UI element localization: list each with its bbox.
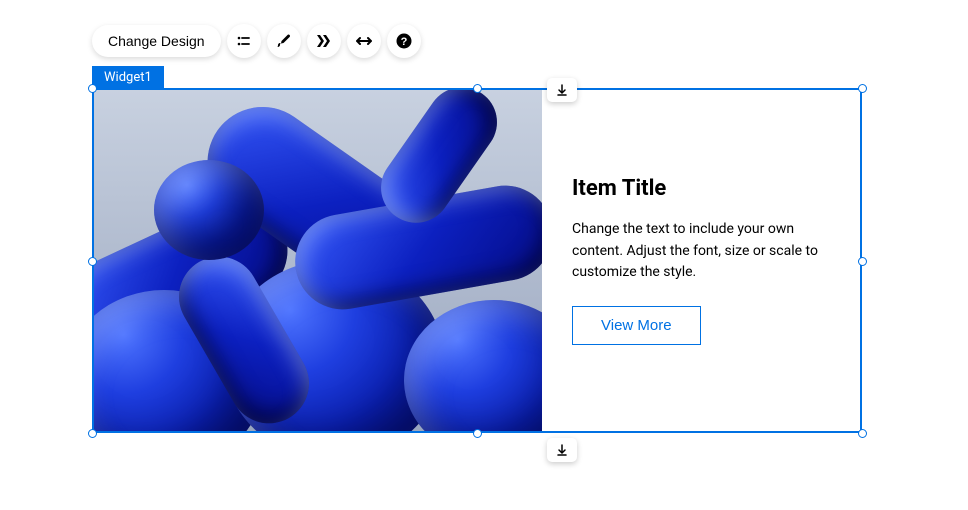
help-icon: ?: [396, 33, 412, 49]
layers-icon: [315, 33, 333, 49]
view-more-button[interactable]: View More: [572, 306, 701, 345]
resize-handle-ne[interactable]: [858, 84, 867, 93]
design-brush-button[interactable]: [267, 24, 301, 58]
widget-text-panel[interactable]: Item Title Change the text to include yo…: [542, 90, 860, 431]
stretch-icon: [356, 33, 372, 49]
help-button[interactable]: ?: [387, 24, 421, 58]
change-design-button[interactable]: Change Design: [92, 25, 221, 57]
padding-handle-top[interactable]: [547, 78, 577, 102]
widget-label-tab[interactable]: Widget1: [92, 66, 164, 89]
padding-handle-bottom[interactable]: [547, 438, 577, 462]
widget-frame[interactable]: Item Title Change the text to include yo…: [92, 88, 862, 433]
item-description[interactable]: Change the text to include your own cont…: [572, 219, 830, 284]
editor-toolbar: Change Design ?: [92, 24, 421, 58]
padding-down-icon: [556, 84, 568, 96]
animation-button[interactable]: [307, 24, 341, 58]
resize-handle-sw[interactable]: [88, 429, 97, 438]
widget-image-area[interactable]: [94, 90, 542, 431]
list-settings-icon: [236, 33, 252, 49]
resize-handle-w[interactable]: [88, 257, 97, 266]
resize-handle-n[interactable]: [473, 84, 482, 93]
resize-handle-nw[interactable]: [88, 84, 97, 93]
resize-handle-s[interactable]: [473, 429, 482, 438]
stretch-button[interactable]: [347, 24, 381, 58]
abstract-shape: [154, 160, 264, 260]
resize-handle-se[interactable]: [858, 429, 867, 438]
brush-icon: [276, 33, 292, 49]
item-title[interactable]: Item Title: [572, 176, 830, 201]
resize-handle-e[interactable]: [858, 257, 867, 266]
list-settings-button[interactable]: [227, 24, 261, 58]
svg-text:?: ?: [400, 36, 407, 48]
padding-down-icon: [556, 444, 568, 456]
